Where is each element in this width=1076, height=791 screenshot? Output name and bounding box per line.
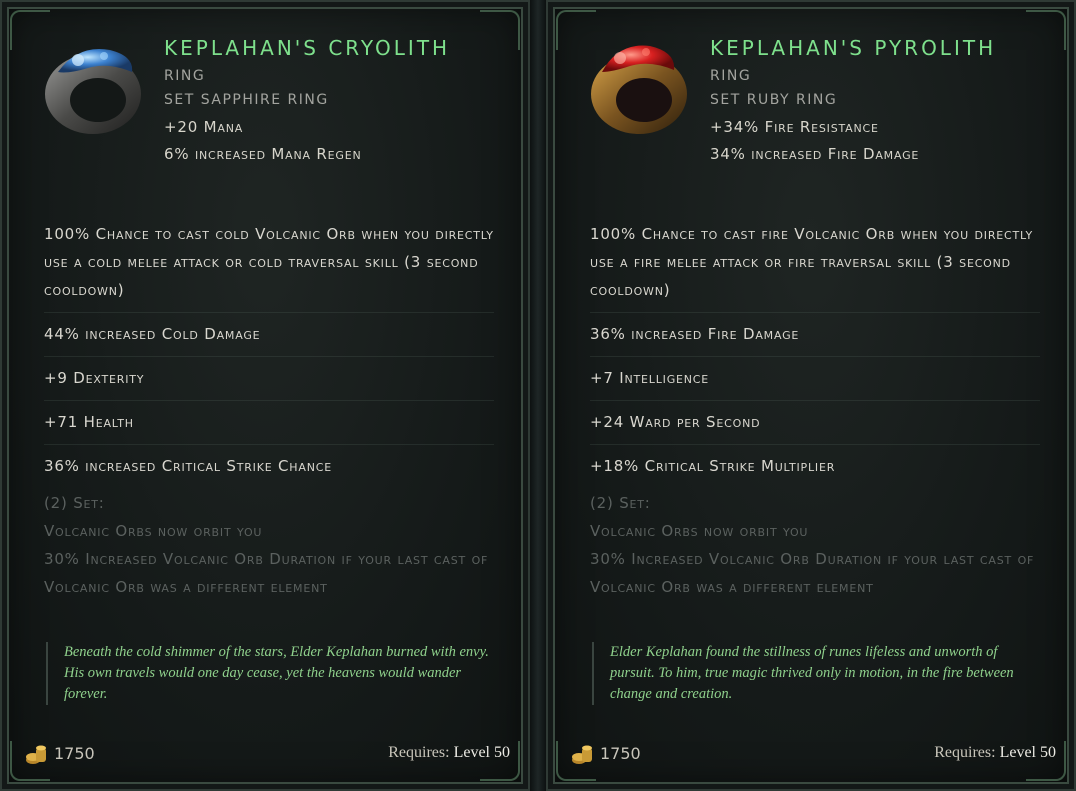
sapphire-ring-icon [45, 48, 141, 134]
item-subtype: Set Sapphire Ring [164, 92, 329, 108]
requires-value: Level 50 [453, 744, 510, 761]
frame-corner [1026, 10, 1066, 50]
requires-label: Requires: [388, 744, 450, 761]
item-header: Keplahan's Cryolith Ring Set Sapphire Ri… [164, 36, 450, 163]
implicit-mod: 34% increased Fire Damage [710, 145, 920, 163]
affix: 36% increased Critical Strike Chance [44, 457, 332, 475]
gold-coins-icon [572, 745, 592, 764]
gold-value: 1750 [600, 744, 641, 763]
item-type: Ring [164, 68, 206, 84]
item-name: Keplahan's Pyrolith [710, 36, 997, 60]
affix-list: 100% Chance to cast fire Volcanic Orb wh… [590, 220, 1040, 495]
affix-list: 100% Chance to cast cold Volcanic Orb wh… [44, 220, 494, 495]
item-subtype: Set Ruby Ring [710, 92, 838, 108]
lore-text: Elder Keplahan found the stillness of ru… [592, 642, 1042, 705]
set-bonus-line: 30% Increased Volcanic Orb Duration if y… [44, 550, 489, 596]
affix: 36% increased Fire Damage [590, 320, 1040, 357]
level-requirement: Requires: Level 50 [934, 744, 1056, 762]
affix: +24 Ward per Second [590, 408, 1040, 445]
set-bonus-line: 30% Increased Volcanic Orb Duration if y… [590, 550, 1035, 596]
implicit-mod: +20 Mana [164, 118, 244, 136]
affix: +9 Dexterity [44, 364, 494, 401]
requires-label: Requires: [934, 744, 996, 761]
affix-unique: 100% Chance to cast cold Volcanic Orb wh… [44, 220, 494, 313]
item-footer: 1750 Requires: Level 50 [570, 742, 1056, 768]
item-tooltip-pyrolith: Keplahan's Pyrolith Ring Set Ruby Ring +… [546, 0, 1076, 791]
affix: +71 Health [44, 408, 494, 445]
set-bonus: (2) Set: Volcanic Orbs now orbit you 30%… [44, 489, 494, 601]
implicit-mod: 6% increased Mana Regen [164, 145, 362, 163]
item-type: Ring [710, 68, 752, 84]
affix: +18% Critical Strike Multiplier [590, 457, 836, 475]
gold-value: 1750 [54, 744, 95, 763]
set-bonus-line: Volcanic Orbs now orbit you [590, 522, 809, 540]
affix: +7 Intelligence [590, 364, 1040, 401]
requires-value: Level 50 [999, 744, 1056, 761]
level-requirement: Requires: Level 50 [388, 744, 510, 762]
item-tooltip-cryolith: Keplahan's Cryolith Ring Set Sapphire Ri… [0, 0, 530, 791]
affix: 44% increased Cold Damage [44, 320, 494, 357]
item-footer: 1750 Requires: Level 50 [24, 742, 510, 768]
lore-text: Beneath the cold shimmer of the stars, E… [46, 642, 496, 705]
frame-corner [480, 10, 520, 50]
set-bonus: (2) Set: Volcanic Orbs now orbit you 30%… [590, 489, 1040, 601]
set-header: (2) Set: [44, 494, 105, 512]
gold-coins-icon [26, 745, 46, 764]
ruby-ring-icon [591, 45, 687, 134]
panel-divider [530, 0, 546, 791]
affix-unique: 100% Chance to cast fire Volcanic Orb wh… [590, 220, 1040, 313]
set-header: (2) Set: [590, 494, 651, 512]
set-bonus-line: Volcanic Orbs now orbit you [44, 522, 263, 540]
item-header: Keplahan's Pyrolith Ring Set Ruby Ring +… [710, 36, 996, 163]
implicit-mod: +34% Fire Resistance [710, 118, 879, 136]
item-name: Keplahan's Cryolith [164, 36, 451, 60]
